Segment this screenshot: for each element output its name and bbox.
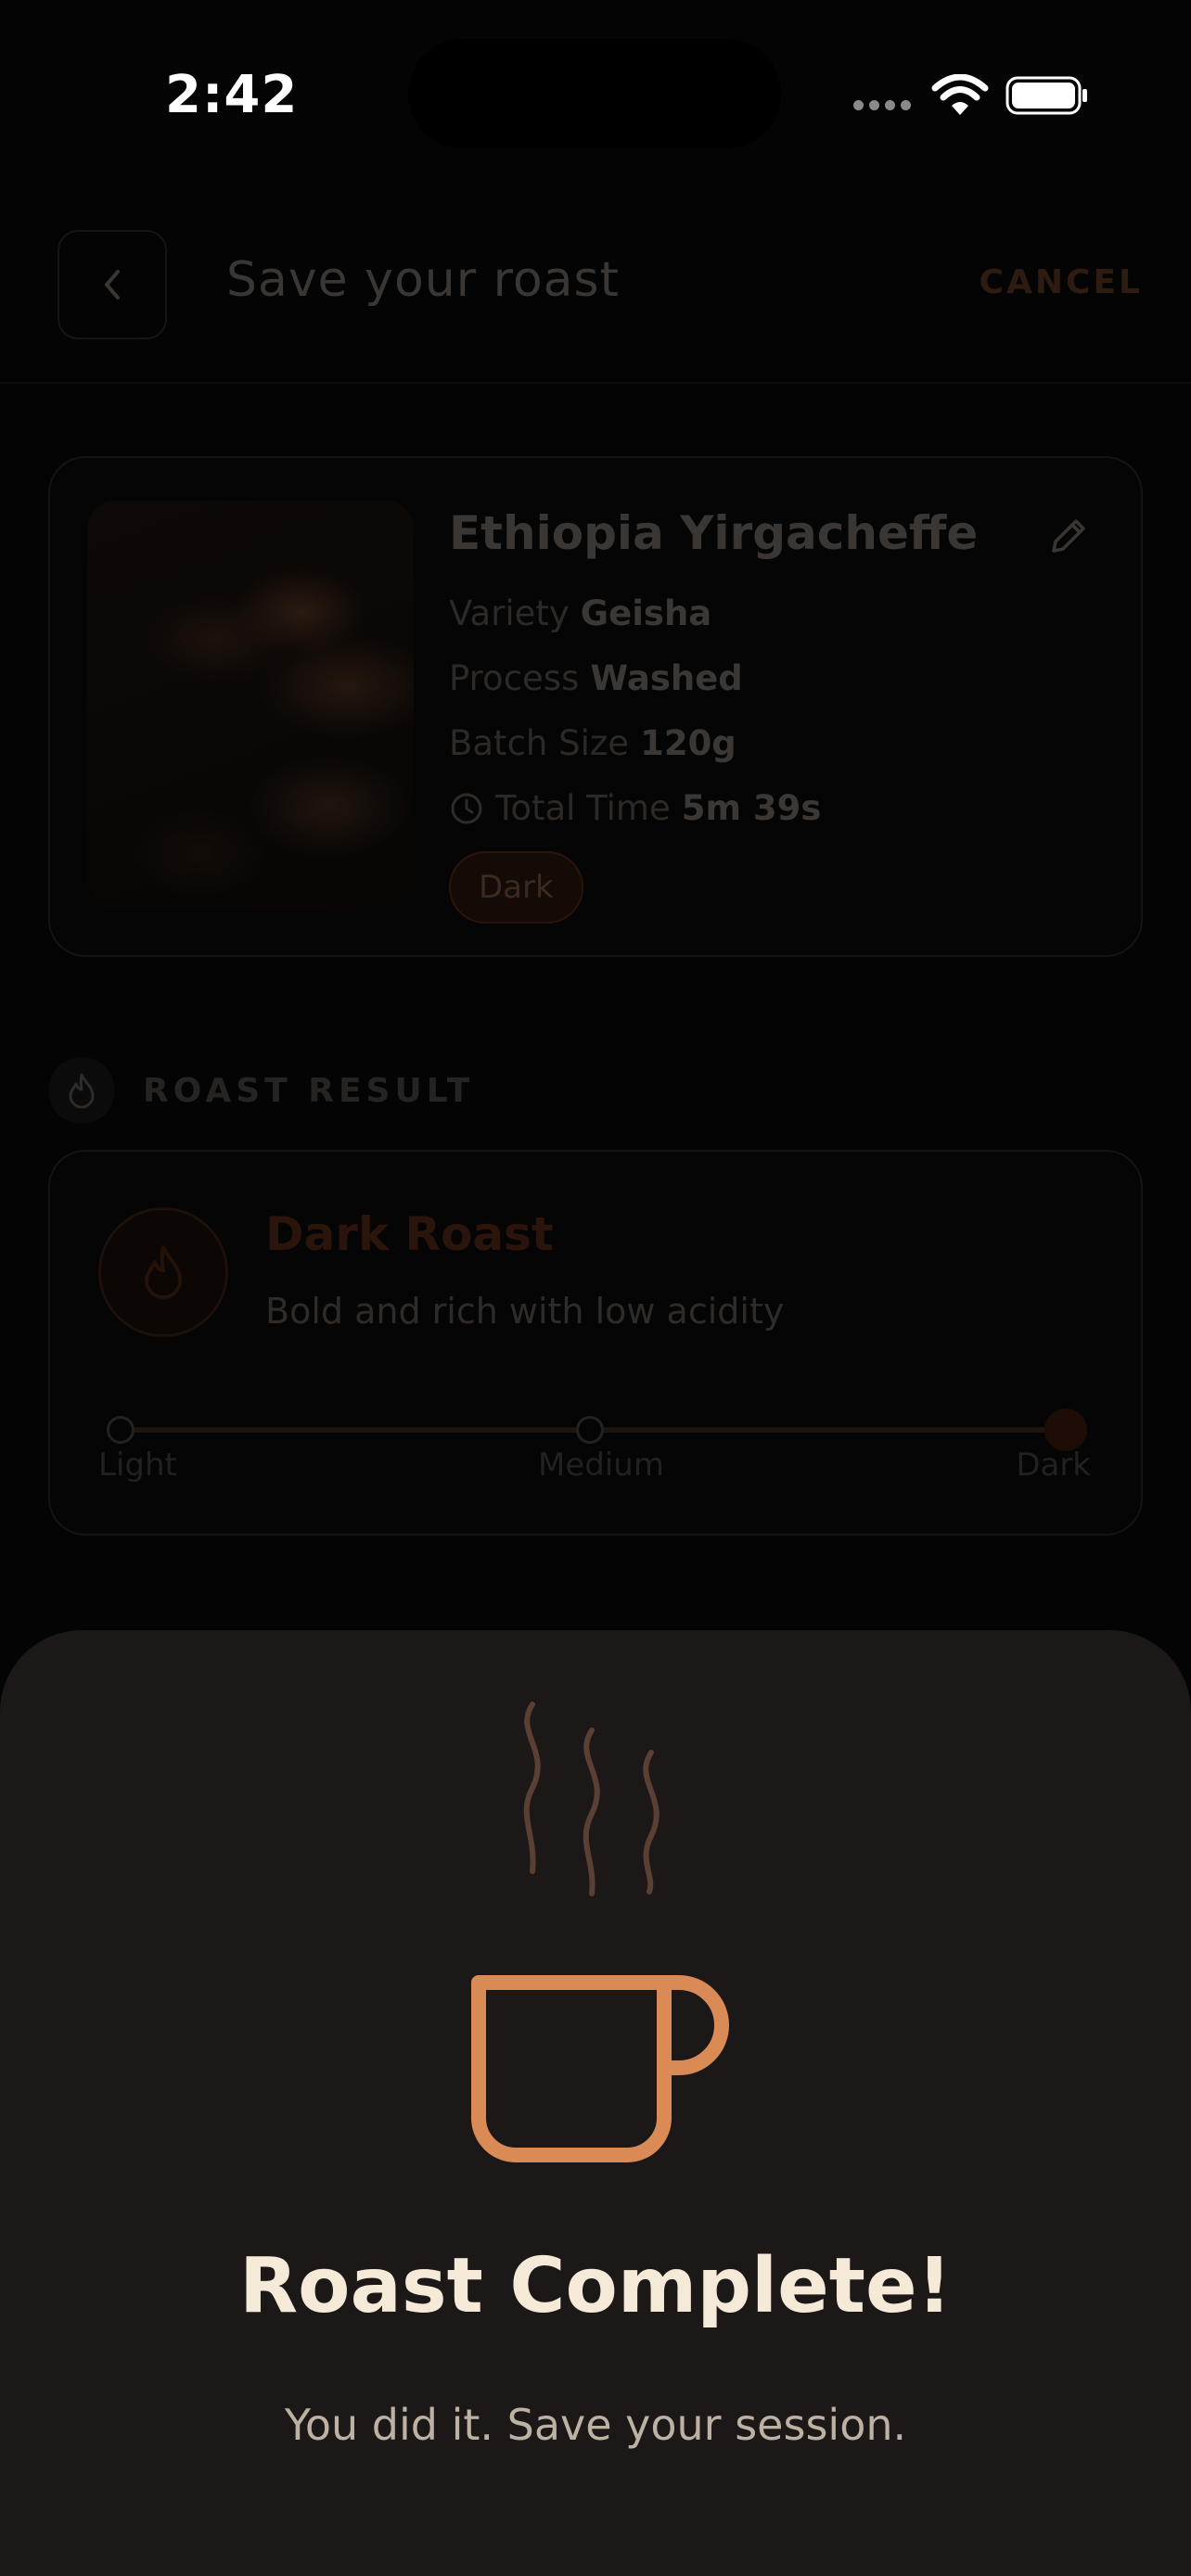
coffee-mug-icon [471, 1975, 729, 2162]
status-time: 2:42 [165, 65, 299, 125]
page-title: Save your roast [226, 252, 621, 308]
roast-result-description: Bold and rich with low acidity [265, 1291, 785, 1332]
dynamic-island [408, 39, 781, 148]
roast-complete-sheet: Roast Complete! You did it. Save your se… [0, 1630, 1191, 2576]
flame-icon [48, 1057, 115, 1124]
process-value: Washed [590, 658, 743, 698]
flame-icon [145, 1245, 182, 1299]
status-bar: 2:42 [0, 0, 1191, 185]
slider-label-dark: Dark [1016, 1447, 1091, 1484]
bean-card: Ethiopia Yirgacheffe Variety Geisha Proc… [48, 456, 1143, 957]
variety-row: Variety Geisha [449, 593, 711, 633]
roast-flame-badge [98, 1207, 228, 1337]
process-row: Process Washed [449, 658, 743, 698]
variety-label: Variety [449, 593, 570, 633]
slider-stop-medium[interactable] [576, 1416, 604, 1444]
chevron-left-icon [105, 270, 120, 300]
slider-label-medium: Medium [538, 1447, 664, 1484]
roast-complete-subtitle: You did it. Save your session. [284, 2400, 907, 2450]
batch-size-value: 120g [640, 723, 736, 763]
slider-stop-dark-selected[interactable] [1044, 1409, 1087, 1451]
battery-icon [1005, 76, 1087, 115]
process-label: Process [449, 658, 580, 698]
cellular-signal-icon [853, 100, 913, 115]
total-time-row: Total Time 5m 39s [449, 788, 821, 828]
roast-complete-title: Roast Complete! [239, 2242, 952, 2330]
header: Save your roast CANCEL [0, 185, 1191, 384]
roast-level-badge: Dark [449, 851, 583, 924]
roast-result-header: ROAST RESULT [48, 1057, 474, 1124]
coffee-beans-image [87, 501, 414, 909]
total-time-label: Total Time [495, 788, 671, 828]
batch-size-row: Batch Size 120g [449, 723, 736, 763]
bean-name: Ethiopia Yirgacheffe [449, 506, 979, 560]
wifi-icon [931, 74, 989, 115]
slider-stop-light[interactable] [107, 1416, 134, 1444]
total-time-value: 5m 39s [681, 788, 822, 828]
batch-size-label: Batch Size [449, 723, 630, 763]
back-button[interactable] [58, 230, 167, 339]
save-roast-screen: 2:42 Save your roast CANCEL Ethiopia Yir… [0, 0, 1191, 2576]
cancel-button[interactable]: CANCEL [980, 263, 1143, 301]
steam-icon [523, 1702, 660, 1896]
section-title: ROAST RESULT [143, 1071, 475, 1110]
roast-result-title: Dark Roast [265, 1207, 554, 1261]
variety-value: Geisha [580, 593, 712, 633]
clock-icon [451, 793, 482, 823]
slider-label-light: Light [98, 1447, 177, 1484]
pencil-edit-icon[interactable] [1046, 514, 1091, 558]
